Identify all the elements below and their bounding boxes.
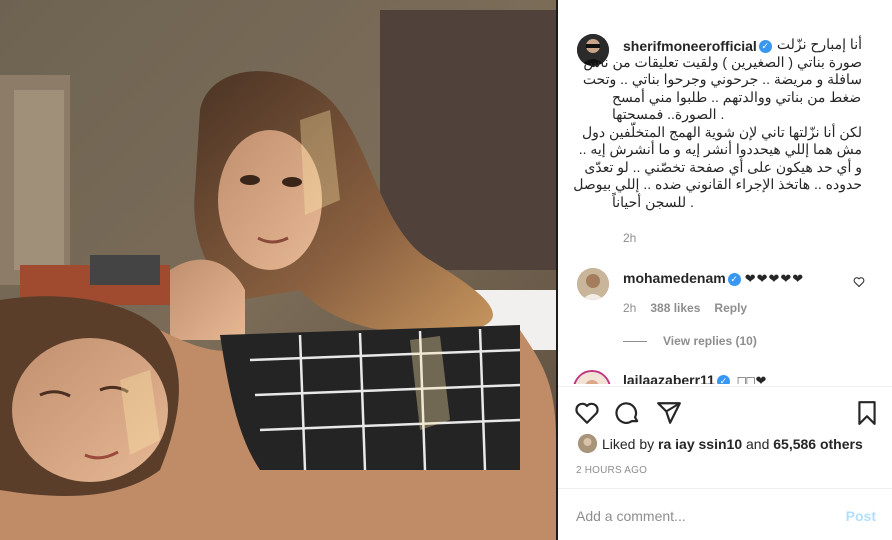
reply-button[interactable]: Reply [714,301,747,315]
view-replies-label: View replies (10) [663,334,757,348]
caption-line: . الصورة.. فمسحتها [612,106,725,122]
comment-username[interactable]: mohamedenam [623,270,726,286]
comment-time[interactable]: 2h [623,301,636,315]
caption-text: أنا إمبارح نزّلت صورة بناتي ( الصغيرين )… [573,36,862,211]
caption-line: . للسجن أحياناً [612,193,694,210]
post-sidebar: sherifmoneerofficial ✓ أنا إمبارح نزّلت ص… [558,0,892,540]
verified-badge-icon: ✓ [727,272,741,286]
comment-text: □□❤ [737,373,768,384]
caption-line: و أي حد هيكون على أي صفحة تخصّني .. لو ت… [584,158,862,175]
commenter-avatar-image [575,372,609,384]
post-comment-button[interactable]: Post [846,508,876,524]
caption-line: مش هما إللي هيحددوا أنشر إيه و ما أنشرش … [578,141,862,157]
share-icon[interactable] [656,400,682,426]
post-timestamp[interactable]: 2 HOURS AGO [576,465,647,476]
comment: lailaazaberr11 ✓ □□❤ [623,372,767,384]
caption-line: لكن أنا نزّلتها تاني لإن شوية الهمج المت… [581,123,862,140]
comment-username[interactable]: lailaazaberr11 [623,372,715,384]
comment-likes[interactable]: 388 likes [650,301,700,315]
caption-line: حدوده .. هاتخذ الإجراء القانوني ضده .. إ… [573,176,862,192]
comment-meta: 2h 388 likes Reply [623,301,761,315]
caption-line: ضغط من بناتي ووالدتهم .. طلبوا مني أمسح [612,88,862,105]
commenter-avatar-story[interactable] [573,370,611,384]
bookmark-icon[interactable] [854,400,880,426]
likes-and-label: and [746,436,770,452]
add-comment-bar: Add a comment... Post [558,488,892,540]
liker-username[interactable]: ra iay ssin10 [658,436,742,452]
instagram-post: sherifmoneerofficial ✓ أنا إمبارح نزّلت ص… [0,0,892,540]
comment-text: ❤❤❤❤❤ [744,271,805,286]
comment: mohamedenam ✓ ❤❤❤❤❤ [623,270,804,287]
comment-icon[interactable] [615,400,641,426]
small-heart-icon[interactable] [853,276,865,288]
photo-illustration [0,0,556,540]
caption-line: سافلة و مريضة .. جرحوني وجرحوا بناتي .. … [582,71,862,87]
liker-avatar-image [578,434,597,453]
commenter-avatar[interactable] [577,268,609,300]
caption-line: أنا إمبارح نزّلت [776,36,862,52]
likes-summary: Liked by ra iay ssin10 and 65,586 others [602,436,863,452]
liker-avatar[interactable] [578,434,597,453]
caption-line: صورة بناتي ( الصغيرين ) ولقيت تعليقات من… [583,53,862,70]
commenter-avatar-image [577,268,609,300]
comments-scroll-area[interactable]: sherifmoneerofficial ✓ أنا إمبارح نزّلت ص… [558,0,892,384]
post-actions: Liked by ra iay ssin10 and 65,586 others… [558,386,892,488]
replies-line [623,341,647,343]
heart-icon[interactable] [574,400,600,426]
verified-badge-icon: ✓ [716,374,730,384]
caption-timestamp[interactable]: 2h [623,231,636,245]
post-photo[interactable] [0,0,556,540]
likes-count[interactable]: 65,586 others [773,436,863,452]
add-comment-input[interactable]: Add a comment... [576,508,686,524]
view-replies-button[interactable]: View replies (10) [623,334,757,348]
liked-by-label: Liked by [602,436,655,452]
